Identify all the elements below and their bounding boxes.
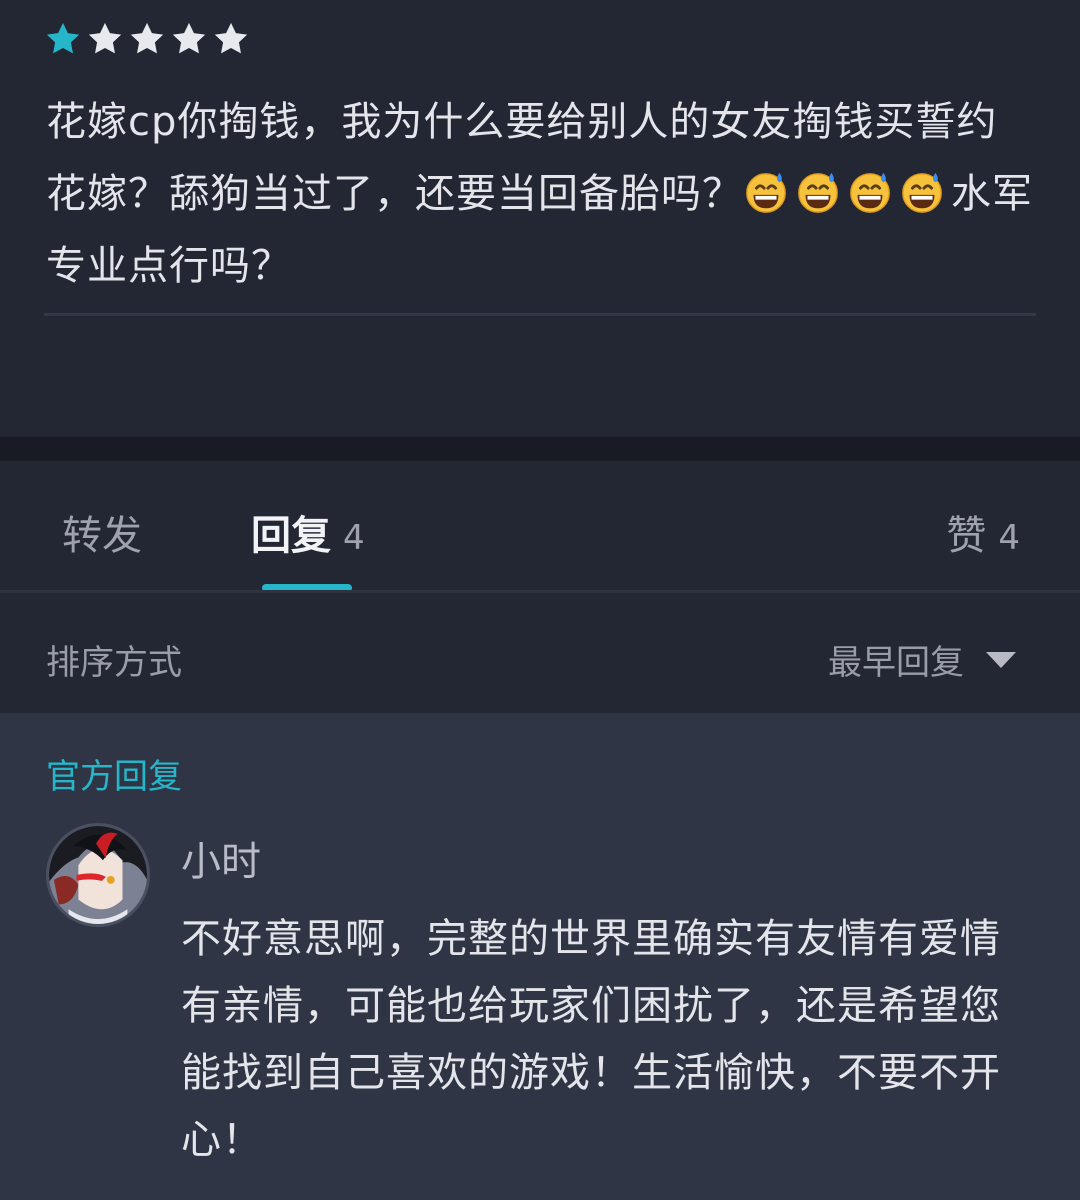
review-text: 花嫁cp你掏钱，我为什么要给别人的女友掏钱买誓约花嫁？舔狗当过了，还要当回备胎吗… bbox=[46, 86, 1036, 302]
star-empty-icon bbox=[212, 20, 250, 58]
star-empty-icon bbox=[170, 20, 208, 58]
tab-reply[interactable]: 回复 4 bbox=[251, 503, 365, 561]
dropdown-arrow-icon bbox=[986, 651, 1016, 668]
reply-text: 不好意思啊，完整的世界里确实有友情有爱情有亲情，可能也给玩家们困扰了，还是希望您… bbox=[181, 916, 1001, 1163]
tab-like-count: 4 bbox=[998, 518, 1020, 558]
tab-like[interactable]: 赞 4 bbox=[946, 503, 1020, 561]
sort-label: 排序方式 bbox=[46, 643, 182, 683]
avatar-portrait-icon bbox=[49, 826, 147, 924]
tab-forward[interactable]: 转发 bbox=[62, 503, 142, 561]
tab-reply-label: 回复 bbox=[251, 513, 331, 559]
grinning-sweat-emoji-icon bbox=[795, 169, 841, 215]
divider bbox=[44, 313, 1036, 316]
reply-tabs-panel: 转发 回复 4 赞 4 排序方式 最早回复 bbox=[0, 461, 1080, 713]
grinning-sweat-emoji-icon bbox=[899, 169, 945, 215]
emoji-group bbox=[743, 171, 951, 217]
sort-selected-value: 最早回复 bbox=[828, 643, 964, 683]
tab-reply-count: 4 bbox=[343, 518, 365, 558]
review-card: 花嫁cp你掏钱，我为什么要给别人的女友掏钱买誓约花嫁？舔狗当过了，还要当回备胎吗… bbox=[0, 0, 1080, 437]
avatar[interactable] bbox=[46, 823, 150, 927]
official-reply-label: 官方回复 bbox=[46, 757, 182, 797]
star-rating bbox=[44, 20, 250, 58]
tab-like-label: 赞 bbox=[946, 513, 987, 559]
official-reply-card: 官方回复 小时 不好意思啊，完整的世界里确实有友情有爱情有亲情，可能也给玩家们困… bbox=[0, 713, 1080, 1200]
grinning-sweat-emoji-icon bbox=[743, 169, 789, 215]
sort-dropdown[interactable]: 最早回复 bbox=[828, 635, 1016, 684]
star-empty-icon bbox=[128, 20, 166, 58]
tab-forward-label: 转发 bbox=[62, 513, 142, 559]
star-empty-icon bbox=[86, 20, 124, 58]
reply-author-name[interactable]: 小时 bbox=[181, 829, 261, 887]
divider bbox=[0, 590, 1080, 593]
star-filled-icon bbox=[44, 20, 82, 58]
grinning-sweat-emoji-icon bbox=[847, 169, 893, 215]
section-separator bbox=[0, 437, 1080, 461]
